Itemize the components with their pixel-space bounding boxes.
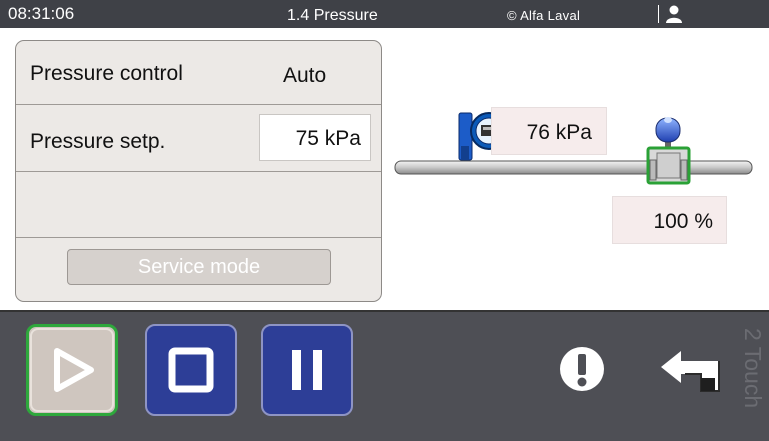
pause-icon xyxy=(292,350,322,390)
valve-position-readout: 100 % xyxy=(612,196,727,244)
stop-icon xyxy=(168,347,214,393)
command-bar-border xyxy=(0,310,769,312)
stop-button[interactable] xyxy=(145,324,237,416)
process-diagram xyxy=(394,112,753,185)
start-button[interactable] xyxy=(26,324,118,416)
pressure-reading: 76 kPa xyxy=(491,107,607,155)
play-icon xyxy=(54,348,94,392)
process-pipe xyxy=(394,160,753,175)
alarm-icon[interactable] xyxy=(558,345,606,393)
control-valve-icon[interactable] xyxy=(646,117,691,185)
command-bar: 2 Touch xyxy=(0,310,769,441)
vertical-brand-label: 2 Touch xyxy=(740,328,766,409)
pause-button[interactable] xyxy=(261,324,353,416)
back-arrow-icon[interactable] xyxy=(659,349,721,395)
